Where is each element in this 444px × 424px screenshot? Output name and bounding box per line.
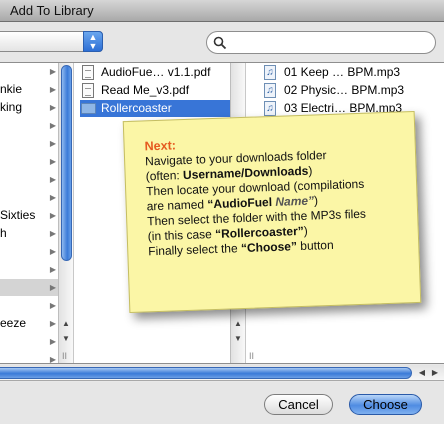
file-row[interactable]: ♫ 01 Keep … BPM.mp3 (262, 64, 442, 81)
disclosure-arrow-icon: ▶ (49, 337, 56, 346)
row-label: Sixties (0, 208, 36, 222)
up-down-chevron-icon[interactable]: ▲ ▼ (83, 31, 103, 52)
row-label: king (0, 100, 23, 114)
list-item[interactable]: ▶ (0, 117, 58, 134)
list-item[interactable]: ▶ (0, 333, 58, 350)
search-field[interactable] (206, 31, 436, 54)
disclosure-arrow-icon: ▶ (49, 355, 56, 363)
column-resize-grip[interactable]: II (62, 351, 67, 361)
mp3-file-icon: ♫ (264, 83, 276, 98)
list-item[interactable]: ▶ (0, 351, 58, 363)
disclosure-arrow-icon: ▶ (49, 247, 56, 256)
scroll-left-icon[interactable]: ◀ (416, 366, 428, 380)
row-label: 01 Keep … BPM.mp3 (284, 65, 401, 79)
scroll-thumb[interactable] (61, 65, 72, 261)
disclosure-arrow-icon: ▶ (49, 175, 56, 184)
file-row[interactable]: AudioFue… v1.1.pdf (80, 64, 245, 81)
file-row[interactable]: Rollercoaster▶ (80, 100, 245, 117)
window-title: Add To Library (10, 3, 94, 18)
vertical-scrollbar-1[interactable]: ▲ ▼ (58, 63, 73, 363)
row-label: 02 Physic… BPM.mp3 (284, 83, 405, 97)
list-item[interactable]: ▶ (0, 279, 58, 296)
disclosure-arrow-icon: ▶ (49, 139, 56, 148)
disclosure-arrow-icon: ▶ (49, 283, 56, 292)
choose-button[interactable]: Choose (349, 394, 422, 415)
disclosure-arrow-icon: ▶ (49, 301, 56, 310)
row-label: nkie (0, 82, 23, 96)
disclosure-arrow-icon: ▶ (49, 103, 56, 112)
pdf-file-icon (82, 83, 94, 98)
mp3-file-icon: ♫ (264, 101, 276, 116)
scroll-up-icon[interactable]: ▲ (231, 317, 245, 331)
location-popup[interactable]: ▲ ▼ (0, 31, 103, 52)
file-row[interactable]: Read Me_v3.pdf (80, 82, 245, 99)
list-item[interactable]: king ▶ (0, 99, 58, 116)
list-item[interactable]: ▶ (0, 261, 58, 278)
pdf-file-icon (82, 65, 94, 80)
row-label: eeze (0, 316, 27, 330)
folder-icon (81, 103, 96, 114)
list-item[interactable]: h ▶ (0, 225, 58, 242)
dialog-button-bar: Cancel Choose (0, 382, 444, 424)
scroll-up-icon[interactable]: ▲ (59, 317, 73, 331)
magnifier-icon (213, 36, 227, 50)
disclosure-arrow-icon: ▶ (49, 85, 56, 94)
list-item[interactable]: ▶ (0, 243, 58, 260)
disclosure-arrow-icon: ▶ (49, 67, 56, 76)
scroll-thumb[interactable] (0, 367, 412, 379)
disclosure-arrow-icon: ▶ (49, 319, 56, 328)
instruction-note: Next: Navigate to your downloads folder … (122, 110, 422, 314)
list-item[interactable]: Sixties ▶ (0, 207, 58, 224)
row-label: Read Me_v3.pdf (101, 83, 190, 97)
disclosure-arrow-icon: ▶ (49, 211, 56, 220)
scroll-down-icon[interactable]: ▼ (59, 332, 73, 346)
list-item[interactable]: ▶ (0, 189, 58, 206)
row-label: Rollercoaster (101, 101, 172, 115)
disclosure-arrow-icon: ▶ (49, 193, 56, 202)
title-bar: Add To Library (0, 0, 444, 22)
scroll-down-icon[interactable]: ▼ (231, 332, 245, 346)
column-resize-grip[interactable]: II (249, 351, 254, 361)
list-item[interactable]: ▶ (0, 297, 58, 314)
disclosure-arrow-icon: ▶ (49, 229, 56, 238)
list-item[interactable]: ▶ (0, 135, 58, 152)
row-label: h (0, 226, 7, 240)
list-item[interactable]: ▶ (0, 153, 58, 170)
mp3-file-icon: ♫ (264, 65, 276, 80)
list-item[interactable]: eeze ▶ (0, 315, 58, 332)
disclosure-arrow-icon: ▶ (49, 157, 56, 166)
scroll-right-icon[interactable]: ▶ (429, 366, 441, 380)
list-item[interactable]: ▶ (0, 171, 58, 188)
file-row[interactable]: ♫ 02 Physic… BPM.mp3 (262, 82, 442, 99)
list-item[interactable]: ▶ (0, 63, 58, 80)
horizontal-scrollbar[interactable]: ◀ ▶ (0, 365, 444, 381)
row-label: AudioFue… v1.1.pdf (101, 65, 211, 79)
disclosure-arrow-icon: ▶ (49, 265, 56, 274)
list-item[interactable]: nkie ▶ (0, 81, 58, 98)
disclosure-arrow-icon: ▶ (49, 121, 56, 130)
cancel-button[interactable]: Cancel (264, 394, 333, 415)
search-input[interactable] (231, 34, 426, 51)
